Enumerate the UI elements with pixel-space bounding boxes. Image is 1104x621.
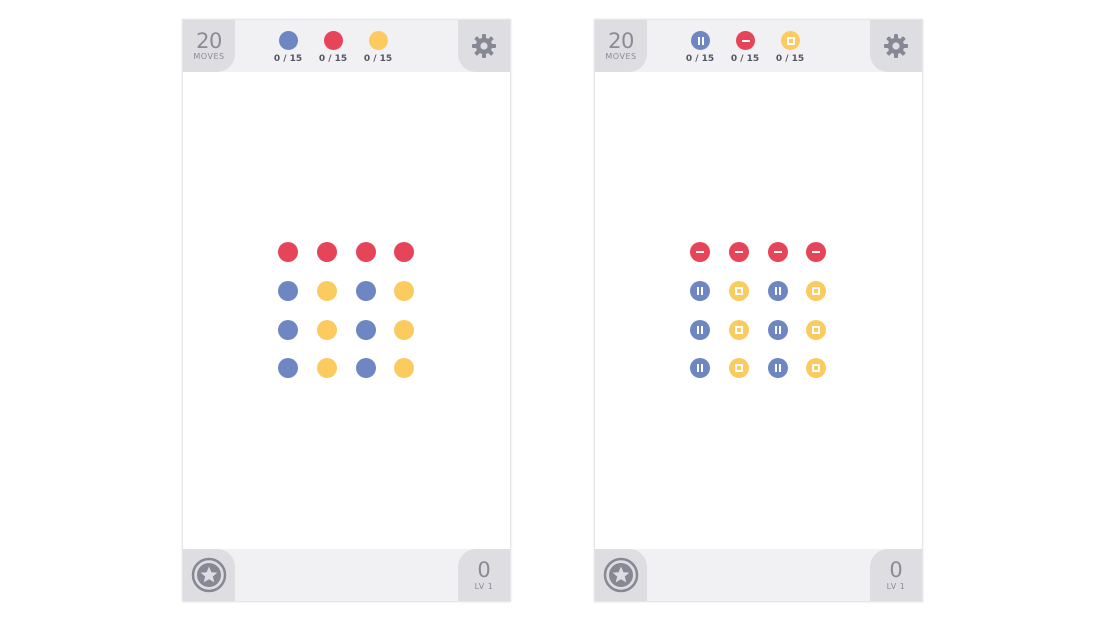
moves-value: 20 [608, 29, 634, 53]
dot-blue[interactable] [355, 319, 376, 340]
achievements-button[interactable] [595, 549, 647, 601]
settings-button[interactable] [458, 20, 510, 72]
dot-blue[interactable] [690, 358, 710, 379]
bottom-bar: 0 LV 1 [183, 549, 510, 601]
goal-red: 0 / 15 [313, 31, 353, 64]
game-screen-left: 20 MOVES 0 / 15 0 / 15 0 / 15 0 LV 1 [182, 19, 511, 602]
goal-dot-yellow [368, 31, 388, 50]
dot-blue[interactable] [690, 280, 710, 301]
star-icon [191, 557, 227, 593]
score-value: 0 [889, 558, 903, 582]
dot-blue[interactable] [278, 319, 298, 340]
goal-blue: 0 / 15 [680, 31, 720, 64]
score-value: 0 [477, 558, 491, 582]
top-bar: 20 MOVES 0 / 15 0 / 15 0 / 15 [183, 20, 510, 72]
goal-blue: 0 / 15 [268, 31, 308, 64]
moves-value: 20 [196, 29, 222, 53]
dot-yellow[interactable] [316, 280, 337, 301]
dot-blue[interactable] [278, 280, 298, 301]
score-level-display: 0 LV 1 [458, 549, 510, 601]
settings-button[interactable] [870, 20, 922, 72]
goal-count: 0 / 15 [685, 54, 715, 64]
goal-dot-red [735, 31, 755, 50]
moves-counter: 20 MOVES [183, 20, 235, 72]
goal-dot-yellow [780, 31, 800, 50]
top-bar: 20 MOVES 0 / 15 0 / 15 0 / 15 [595, 20, 922, 72]
dot-red[interactable] [394, 242, 415, 262]
dot-yellow[interactable] [728, 358, 749, 379]
dot-blue[interactable] [278, 358, 298, 379]
dot-red[interactable] [728, 242, 749, 262]
dot-yellow[interactable] [806, 358, 827, 379]
dot-blue[interactable] [767, 319, 788, 340]
dot-blue[interactable] [767, 280, 788, 301]
dot-red[interactable] [806, 242, 827, 262]
moves-label: MOVES [193, 52, 225, 61]
achievements-button[interactable] [183, 549, 235, 601]
dot-blue[interactable] [767, 358, 788, 379]
level-label: LV 1 [886, 582, 906, 591]
gear-icon [472, 34, 496, 58]
score-level-display: 0 LV 1 [870, 549, 922, 601]
dot-blue[interactable] [355, 280, 376, 301]
dot-yellow[interactable] [806, 280, 827, 301]
stage: 20 MOVES 0 / 15 0 / 15 0 / 15 0 LV 1 20 … [0, 0, 1104, 621]
moves-label: MOVES [605, 52, 637, 61]
dot-yellow[interactable] [728, 280, 749, 301]
dot-yellow[interactable] [394, 358, 415, 379]
gear-icon [884, 34, 908, 58]
dot-yellow[interactable] [806, 319, 827, 340]
goal-red: 0 / 15 [725, 31, 765, 64]
goal-yellow: 0 / 15 [770, 31, 810, 64]
level-label: LV 1 [474, 582, 494, 591]
goal-dot-blue [690, 31, 710, 50]
dot-red[interactable] [316, 242, 337, 262]
game-screen-right: 20 MOVES 0 / 15 0 / 15 0 / 15 0 LV 1 [594, 19, 923, 602]
goal-dot-red [323, 31, 343, 50]
dot-blue[interactable] [355, 358, 376, 379]
goal-count: 0 / 15 [363, 54, 393, 64]
dot-red[interactable] [355, 242, 376, 262]
bottom-bar: 0 LV 1 [595, 549, 922, 601]
star-icon [603, 557, 639, 593]
goal-dot-blue [278, 31, 298, 50]
goal-count: 0 / 15 [273, 54, 303, 64]
goal-count: 0 / 15 [730, 54, 760, 64]
goal-count: 0 / 15 [318, 54, 348, 64]
dot-yellow[interactable] [316, 358, 337, 379]
goal-yellow: 0 / 15 [358, 31, 398, 64]
dot-red[interactable] [767, 242, 788, 262]
dot-red[interactable] [278, 242, 298, 262]
dot-yellow[interactable] [316, 319, 337, 340]
dot-yellow[interactable] [728, 319, 749, 340]
dot-red[interactable] [690, 242, 710, 262]
moves-counter: 20 MOVES [595, 20, 647, 72]
dot-yellow[interactable] [394, 280, 415, 301]
dot-blue[interactable] [690, 319, 710, 340]
goal-count: 0 / 15 [775, 54, 805, 64]
dot-yellow[interactable] [394, 319, 415, 340]
